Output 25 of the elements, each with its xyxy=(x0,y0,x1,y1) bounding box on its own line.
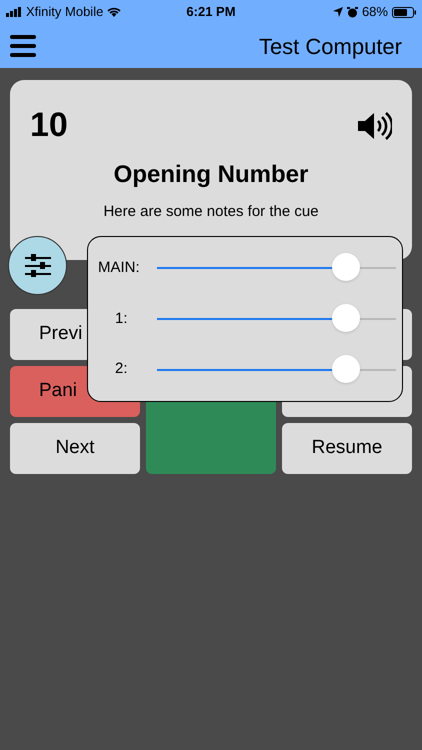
location-icon xyxy=(332,7,343,17)
slider-label: 1: xyxy=(114,308,129,329)
slider-thumb[interactable] xyxy=(332,304,360,332)
status-time: 6:21 PM xyxy=(186,3,236,22)
battery-percent: 68% xyxy=(362,3,388,22)
computer-name: Test Computer xyxy=(258,32,403,61)
volume-slider[interactable] xyxy=(157,354,396,385)
wifi-icon xyxy=(107,7,122,17)
speaker-icon[interactable] xyxy=(356,110,392,140)
cue-title: Opening Number xyxy=(112,160,310,190)
carrier-name: Xfinity Mobile xyxy=(26,3,104,22)
cue-notes: Here are some notes for the cue xyxy=(102,202,320,222)
slider-thumb[interactable] xyxy=(332,253,360,282)
slider-label: MAIN: xyxy=(97,258,141,278)
battery-icon xyxy=(392,6,416,18)
cue-number: 10 xyxy=(30,105,68,146)
menu-icon[interactable] xyxy=(10,35,36,57)
volume-slider[interactable] xyxy=(157,253,396,284)
sliders-icon xyxy=(24,254,50,278)
slider-thumb[interactable] xyxy=(332,354,360,383)
volume-slider[interactable] xyxy=(157,304,396,334)
cue-button[interactable]: Resume xyxy=(282,423,412,474)
alarm-icon xyxy=(346,6,358,18)
signal-icon xyxy=(6,7,22,17)
cue-button[interactable]: Next xyxy=(10,423,140,474)
